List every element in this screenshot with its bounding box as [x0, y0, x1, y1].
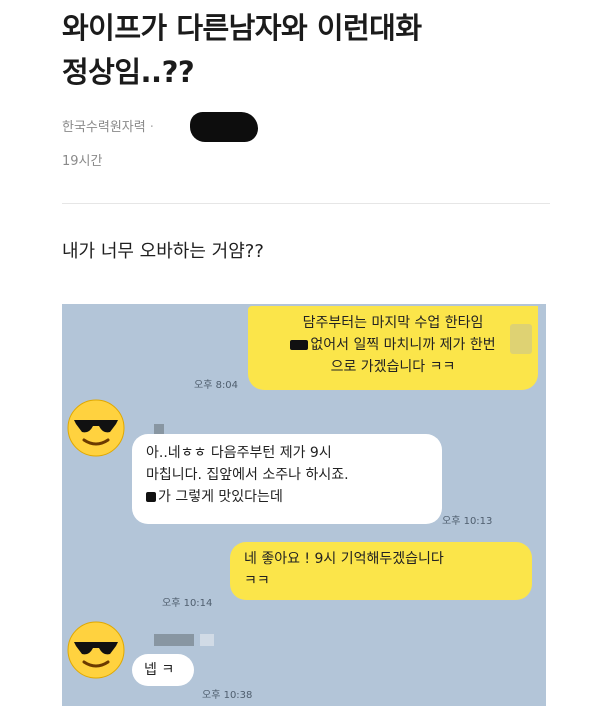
- post-author-meta: 한국수력원자력 ·: [62, 116, 158, 135]
- divider: [62, 203, 550, 204]
- chat-line: 아..네ㅎㅎ 다음주부턴 제가 9시: [146, 445, 332, 461]
- sunglasses-smiley-icon: [67, 621, 125, 679]
- redaction-mark: [290, 340, 309, 350]
- redacted-contact-name: [154, 634, 194, 646]
- message-time: 오후 10:14: [162, 598, 213, 609]
- redaction-mark: [510, 324, 532, 354]
- chat-line: 마칩니다. 집앞에서 소주나 하시죠.: [146, 467, 349, 483]
- post-title-line-1: 와이프가 다른남자와 이런대화: [62, 11, 422, 45]
- author-company[interactable]: 한국수력원자력: [62, 120, 146, 135]
- redacted-author-name: [190, 112, 258, 142]
- message-time: 오후 8:04: [194, 380, 239, 391]
- chat-line: 넵 ㅋ: [144, 662, 175, 678]
- post-body-text: 내가 너무 오바하는 거얌??: [62, 241, 264, 262]
- post-title-line-2: 정상임..??: [62, 55, 195, 89]
- chat-line: ㅋㅋ: [244, 573, 270, 589]
- chat-line: 담주부터는 마지막 수업 한타임: [302, 315, 484, 331]
- chat-line: 가 그렇게 맛있다는데: [146, 486, 428, 508]
- chat-line: 으로 가겠습니다 ㅋㅋ: [330, 359, 456, 375]
- meta-separator: ·: [149, 120, 154, 135]
- chat-bubble-outgoing: 담주부터는 마지막 수업 한타임 없어서 일찍 마치니까 제가 한번 으로 가겠…: [248, 306, 538, 390]
- message-time: 오후 10:38: [202, 690, 253, 701]
- chat-screenshot-image: 담주부터는 마지막 수업 한타임 없어서 일찍 마치니까 제가 한번 으로 가겠…: [62, 304, 546, 706]
- chat-bubble-incoming: 아..네ㅎㅎ 다음주부턴 제가 9시 마칩니다. 집앞에서 소주나 하시죠. 가…: [132, 434, 442, 524]
- post-title: 와이프가 다른남자와 이런대화 정상임..??: [62, 6, 562, 94]
- sunglasses-smiley-icon: [67, 399, 125, 457]
- post-time: 19시간: [62, 154, 103, 169]
- chat-bubble-outgoing: 네 좋아요 ! 9시 기억해두겠습니다 ㅋㅋ: [230, 542, 532, 600]
- message-time: 오후 10:13: [442, 516, 493, 527]
- chat-line: 없어서 일찍 마치니까 제가 한번: [262, 334, 524, 356]
- redaction-mark: [146, 492, 156, 502]
- chat-line: 네 좋아요 ! 9시 기억해두겠습니다: [244, 551, 444, 567]
- chat-bubble-incoming: 넵 ㅋ: [132, 654, 194, 686]
- redacted-contact-name: [200, 634, 214, 646]
